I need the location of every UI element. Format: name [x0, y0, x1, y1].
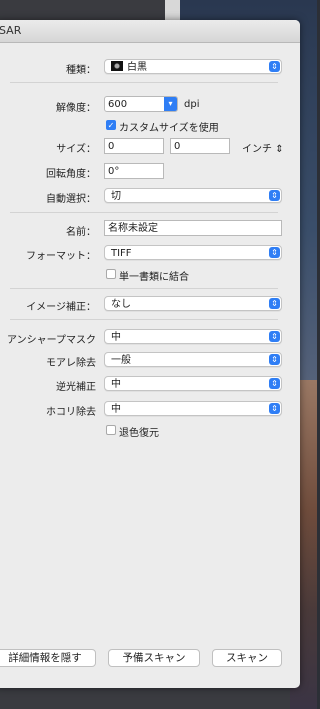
unsharp-mask-value: 中	[111, 332, 121, 343]
name-value: 名称未設定	[108, 223, 158, 234]
chevron-updown-icon: ⇕	[275, 144, 284, 155]
resolution-label: 解像度：	[56, 103, 96, 114]
auto-select-value: 切	[111, 191, 121, 202]
chevron-down-icon[interactable]: ▾	[164, 97, 177, 111]
size-height-field[interactable]: 0	[170, 138, 230, 154]
hide-details-button[interactable]: 詳細情報を隠す	[0, 649, 96, 667]
separator	[10, 82, 278, 83]
kind-value: 白黒	[127, 62, 147, 73]
resolution-unit: dpi	[184, 99, 200, 110]
moire-value: 一般	[111, 355, 131, 366]
format-value: TIFF	[111, 248, 132, 259]
name-label: 名前：	[66, 227, 96, 238]
chevron-updown-icon: ⇕	[269, 331, 280, 342]
name-field[interactable]: 名称未設定	[104, 220, 282, 236]
auto-select-popup[interactable]: 切 ⇕	[104, 188, 282, 203]
chevron-updown-icon: ⇕	[269, 354, 280, 365]
image-correction-value: なし	[111, 299, 131, 310]
auto-select-label: 自動選択：	[46, 194, 96, 205]
kind-popup[interactable]: 白黒 ⇕	[104, 59, 282, 74]
dust-value: 中	[111, 404, 121, 415]
rotation-label: 回転角度：	[46, 169, 96, 180]
separator	[10, 212, 278, 213]
window-title: SAR	[0, 24, 22, 37]
format-popup[interactable]: TIFF ⇕	[104, 245, 282, 260]
size-height-value: 0	[174, 141, 181, 152]
chevron-updown-icon: ⇕	[269, 61, 280, 72]
dust-popup[interactable]: 中 ⇕	[104, 401, 282, 416]
format-label: フォーマット：	[26, 251, 96, 262]
size-width-field[interactable]: 0	[104, 138, 164, 154]
unsharp-mask-label: アンシャープマスク	[7, 335, 96, 346]
bw-image-icon	[111, 61, 123, 71]
fade-restore-checkbox[interactable]	[106, 425, 116, 435]
backlight-value: 中	[111, 379, 121, 390]
chevron-updown-icon: ⇕	[269, 378, 280, 389]
scanner-window: SAR 種類： 白黒 ⇕ 解像度： 600 ▾ dpi ✓ カスタムサイズを使用…	[0, 20, 300, 688]
desktop-menu-strip	[165, 0, 180, 22]
resolution-combo[interactable]: 600 ▾	[104, 96, 178, 112]
scan-button[interactable]: スキャン	[212, 649, 282, 667]
size-width-value: 0	[108, 141, 115, 152]
size-label: サイズ：	[56, 144, 96, 155]
moire-label: モアレ除去	[46, 358, 96, 369]
image-correction-popup[interactable]: なし ⇕	[104, 296, 282, 311]
backlight-label: 逆光補正	[56, 382, 96, 393]
custom-size-checkbox[interactable]: ✓	[106, 120, 116, 130]
resolution-value: 600	[108, 99, 128, 110]
backlight-popup[interactable]: 中 ⇕	[104, 376, 282, 391]
size-unit-popup[interactable]: インチ ⇕	[242, 140, 284, 155]
dust-label: ホコリ除去	[46, 407, 96, 418]
custom-size-label: カスタムサイズを使用	[119, 123, 219, 134]
separator	[10, 319, 278, 320]
separator	[10, 288, 278, 289]
rotation-value: 0°	[108, 166, 120, 177]
chevron-updown-icon: ⇕	[269, 298, 280, 309]
moire-popup[interactable]: 一般 ⇕	[104, 352, 282, 367]
overview-button[interactable]: 予備スキャン	[108, 649, 200, 667]
chevron-updown-icon: ⇕	[269, 247, 280, 258]
chevron-updown-icon: ⇕	[269, 190, 280, 201]
image-correction-label: イメージ補正：	[26, 302, 96, 313]
combine-checkbox[interactable]	[106, 269, 116, 279]
unsharp-mask-popup[interactable]: 中 ⇕	[104, 329, 282, 344]
size-unit-value: インチ	[242, 144, 272, 155]
combine-label: 単一書類に結合	[119, 272, 189, 283]
rotation-field[interactable]: 0°	[104, 163, 164, 179]
title-bar[interactable]: SAR	[0, 20, 300, 43]
kind-label: 種類：	[66, 65, 96, 76]
chevron-updown-icon: ⇕	[269, 403, 280, 414]
fade-restore-label: 退色復元	[119, 428, 159, 439]
